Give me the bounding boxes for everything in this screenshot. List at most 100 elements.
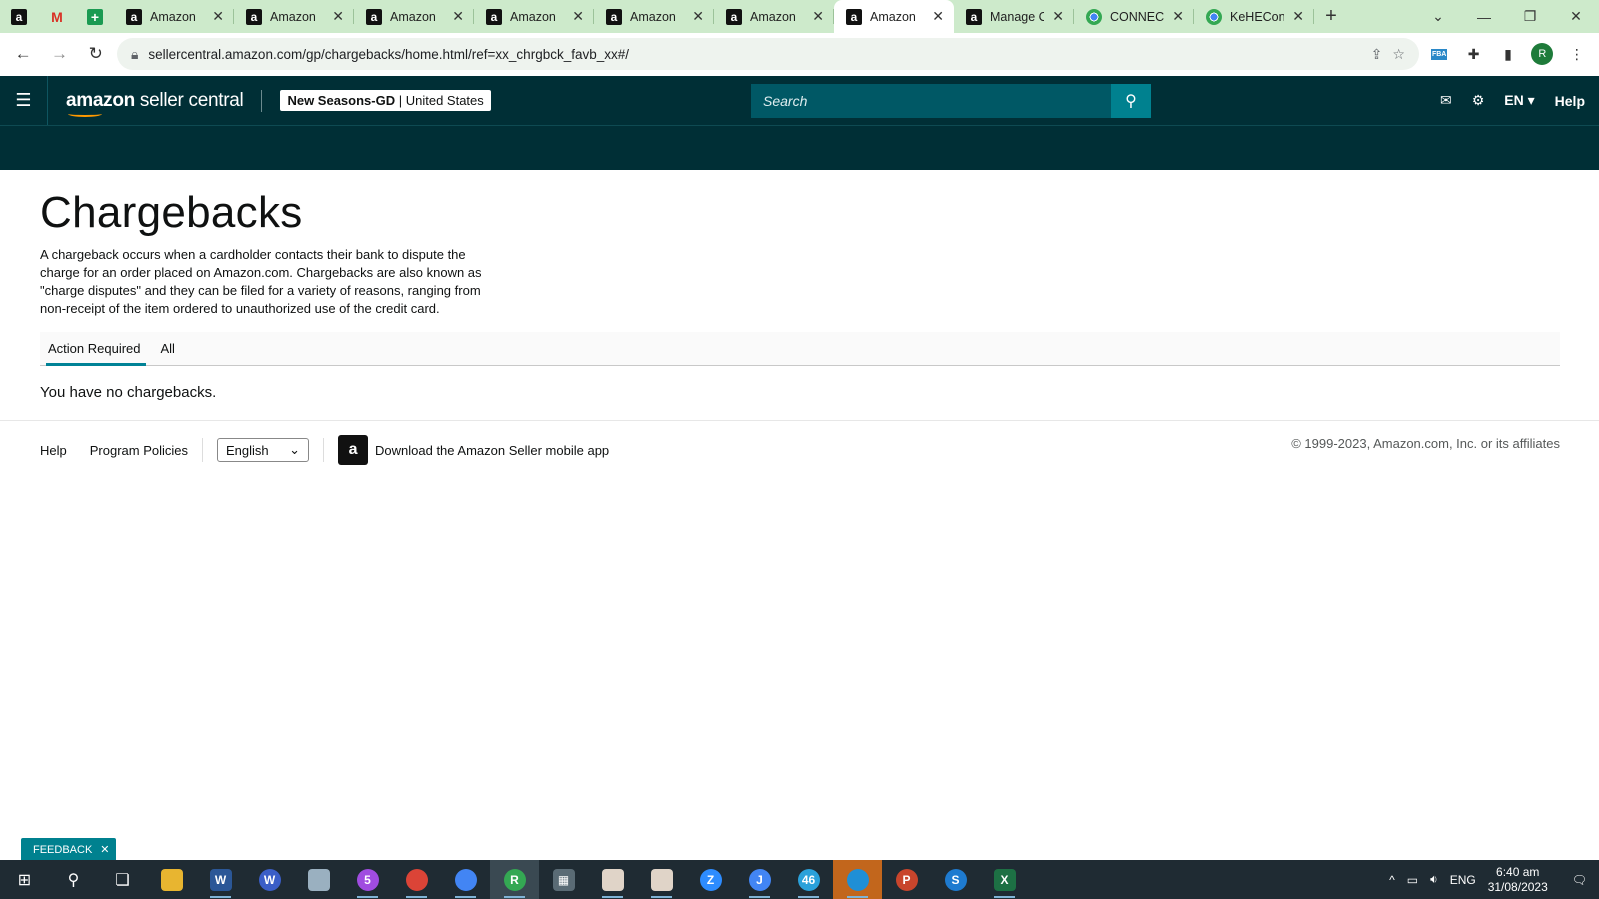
taskbar-app-b[interactable] <box>637 860 686 899</box>
seller-app-icon[interactable]: a <box>338 435 369 465</box>
chevron-up-icon[interactable]: ^ <box>1389 873 1395 887</box>
taskbar-notes[interactable] <box>294 860 343 899</box>
taskbar-app-shield[interactable]: W <box>245 860 294 899</box>
taskbar-edge[interactable] <box>833 860 882 899</box>
mail-icon[interactable]: ✉ <box>1440 92 1452 109</box>
taskbar-chrome-3[interactable]: J <box>735 860 784 899</box>
clock[interactable]: 6:40 am 31/08/2023 <box>1488 865 1548 895</box>
task-view-button[interactable]: ❏ <box>98 860 147 899</box>
tab-title: Amazon <box>630 9 676 24</box>
browser-tab[interactable]: a Amazon ✕ <box>594 0 714 33</box>
search-button[interactable]: ⚲ <box>1111 84 1151 118</box>
taskbar-calculator[interactable]: ▦ <box>539 860 588 899</box>
empty-state-message: You have no chargebacks. <box>40 384 217 401</box>
pinned-tab-amazon[interactable]: a <box>0 0 38 33</box>
language-select[interactable]: English ⌄ <box>217 438 310 462</box>
bookmark-star-icon[interactable]: ☆ <box>1392 46 1405 63</box>
taskbar-app-a[interactable] <box>588 860 637 899</box>
browser-tab[interactable]: a Manage C ✕ <box>954 0 1074 33</box>
browser-tab-active[interactable]: a Amazon ✕ <box>834 0 954 33</box>
taskbar-messenger[interactable]: 5 <box>343 860 392 899</box>
forward-button[interactable]: → <box>44 38 74 70</box>
close-icon[interactable]: ✕ <box>332 8 344 25</box>
taskbar-zoom[interactable]: Z <box>686 860 735 899</box>
input-language[interactable]: ENG <box>1450 873 1476 887</box>
taskbar-powerpoint[interactable]: P <box>882 860 931 899</box>
telegram-icon: 46 <box>797 868 820 891</box>
feedback-button[interactable]: FEEDBACK ✕ <box>21 838 116 861</box>
pinned-tab-sheets[interactable]: + <box>76 0 114 33</box>
start-button[interactable]: ⊞ <box>0 860 49 899</box>
logo-product: seller central <box>134 89 244 111</box>
taskbar-chrome-1[interactable] <box>392 860 441 899</box>
profile-avatar[interactable]: R <box>1528 39 1556 69</box>
close-icon[interactable]: ✕ <box>572 8 584 25</box>
close-icon[interactable]: ✕ <box>1052 8 1064 25</box>
close-icon[interactable]: ✕ <box>452 8 464 25</box>
share-icon[interactable]: ⇪ <box>1371 46 1383 63</box>
tab-title: Amazon <box>750 9 796 24</box>
url-text[interactable]: sellercentral.amazon.com/gp/chargebacks/… <box>148 47 1360 62</box>
gear-icon[interactable]: ⚙ <box>1472 92 1485 109</box>
side-panel-icon[interactable]: ▮ <box>1494 39 1522 69</box>
close-icon[interactable]: ✕ <box>1292 8 1304 25</box>
app-icon <box>601 868 624 891</box>
close-icon[interactable]: ✕ <box>692 8 704 25</box>
account-switcher[interactable]: New Seasons-GD | United States <box>280 90 491 111</box>
taskbar-search-button[interactable]: ⚲ <box>49 860 98 899</box>
help-link[interactable]: Help <box>1555 93 1585 109</box>
footer-program-policies-link[interactable]: Program Policies <box>90 443 188 458</box>
back-button[interactable]: ← <box>8 38 38 70</box>
taskbar-file-explorer[interactable] <box>147 860 196 899</box>
browser-tab[interactable]: CONNECT ✕ <box>1074 0 1194 33</box>
taskbar-chrome-2[interactable] <box>441 860 490 899</box>
hamburger-menu-icon[interactable]: ☰ <box>0 76 48 125</box>
browser-tab[interactable]: a Amazon ✕ <box>114 0 234 33</box>
close-icon[interactable]: ✕ <box>1172 8 1184 25</box>
network-icon[interactable]: ▭ <box>1407 873 1418 887</box>
address-bar[interactable]: 🔒︎ sellercentral.amazon.com/gp/chargebac… <box>116 38 1419 70</box>
amazon-icon: a <box>366 8 382 25</box>
page-title: Chargebacks <box>40 188 303 237</box>
pinned-tab-gmail[interactable]: M <box>38 0 76 33</box>
app-icon <box>650 868 673 891</box>
browser-tab[interactable]: a Amazon ✕ <box>474 0 594 33</box>
taskbar-word[interactable]: W <box>196 860 245 899</box>
word-icon: W <box>209 868 232 891</box>
amazon-icon: a <box>606 8 622 25</box>
kebab-menu-icon[interactable]: ⋮ <box>1563 39 1591 69</box>
footer-help-link[interactable]: Help <box>40 443 67 458</box>
minimize-icon[interactable]: — <box>1461 9 1507 25</box>
folder-icon <box>160 868 183 891</box>
tab-action-required[interactable]: Action Required <box>46 332 145 366</box>
browser-tab[interactable]: a Amazon ✕ <box>354 0 474 33</box>
close-icon[interactable]: ✕ <box>812 8 824 25</box>
browser-tab[interactable]: KeHEConn ✕ <box>1194 0 1314 33</box>
taskbar-skype[interactable]: S <box>931 860 980 899</box>
close-icon[interactable]: ✕ <box>100 843 109 856</box>
tab-all[interactable]: All <box>161 332 175 365</box>
notifications-icon[interactable]: 🗨︎ <box>1572 873 1587 887</box>
restore-icon[interactable]: ❐ <box>1507 8 1553 25</box>
taskbar-chrome-active[interactable]: R <box>490 860 539 899</box>
browser-tab[interactable]: a Amazon ✕ <box>714 0 834 33</box>
extensions-puzzle-icon[interactable]: ✚ <box>1459 39 1487 69</box>
main-content: Chargebacks A chargeback occurs when a c… <box>40 188 1560 401</box>
tab-search-icon[interactable]: ⌄ <box>1415 8 1461 25</box>
header-actions: ✉ ⚙ EN ▾ Help <box>1440 76 1585 125</box>
new-tab-button[interactable]: + <box>1314 0 1348 33</box>
search-input[interactable]: Search <box>751 84 1111 118</box>
reload-button[interactable]: ↻ <box>81 38 111 70</box>
lock-icon[interactable]: 🔒︎ <box>131 46 138 63</box>
taskbar-excel[interactable]: X <box>980 860 1029 899</box>
volume-icon[interactable]: 🔉︎ <box>1430 872 1438 887</box>
close-window-icon[interactable]: ✕ <box>1553 8 1599 25</box>
language-menu[interactable]: EN ▾ <box>1504 92 1534 109</box>
close-icon[interactable]: ✕ <box>932 8 944 25</box>
browser-tab[interactable]: a Amazon ✕ <box>234 0 354 33</box>
seller-central-logo[interactable]: amazon seller central <box>66 89 244 117</box>
taskbar-telegram[interactable]: 46 <box>784 860 833 899</box>
app-download-link[interactable]: Download the Amazon Seller mobile app <box>375 443 609 458</box>
fba-extension-icon[interactable]: FBA <box>1425 39 1453 69</box>
close-icon[interactable]: ✕ <box>212 8 224 25</box>
